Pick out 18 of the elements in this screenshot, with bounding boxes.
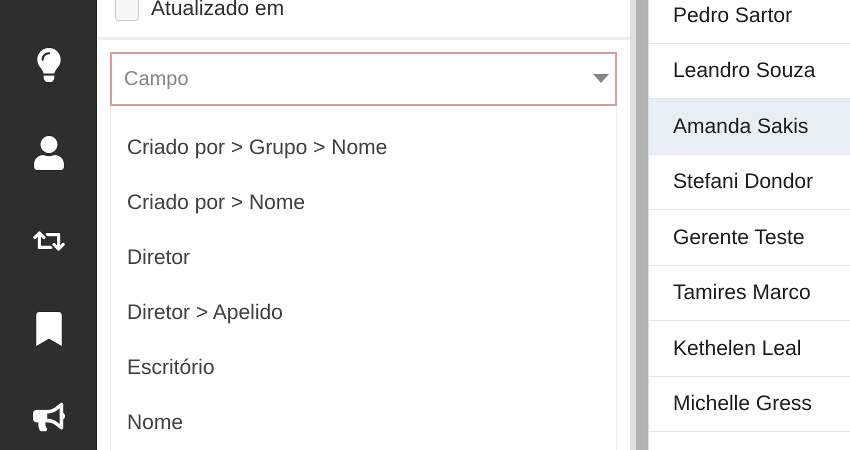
select-placeholder: Campo [124,67,188,92]
person-row[interactable]: Stefani Dondor [649,154,850,210]
person-row[interactable]: Michelle Gress [649,376,850,432]
dropdown-option[interactable]: Criado por > Nome [127,175,616,230]
megaphone-icon[interactable] [32,400,64,434]
dropdown-option[interactable]: Criado por > Grupo > Nome [127,120,616,175]
person-row[interactable]: Leandro Souza [649,44,850,99]
dropdown-option[interactable]: Nome [127,395,616,450]
caret-icon [593,74,609,84]
person-row[interactable]: Amanda Sakis [649,99,850,154]
dropdown-option[interactable]: Diretor > Apelido [127,285,616,340]
dropdown-option[interactable]: Escritório [127,340,616,395]
dropdown-option[interactable]: Diretor [127,230,616,285]
checkbox-label: Atualizado em [151,0,284,22]
user-icon[interactable] [32,136,64,170]
person-row[interactable]: Tamires Marco [649,266,850,321]
select-field[interactable]: Campo [110,52,617,106]
checkbox[interactable] [115,0,139,21]
